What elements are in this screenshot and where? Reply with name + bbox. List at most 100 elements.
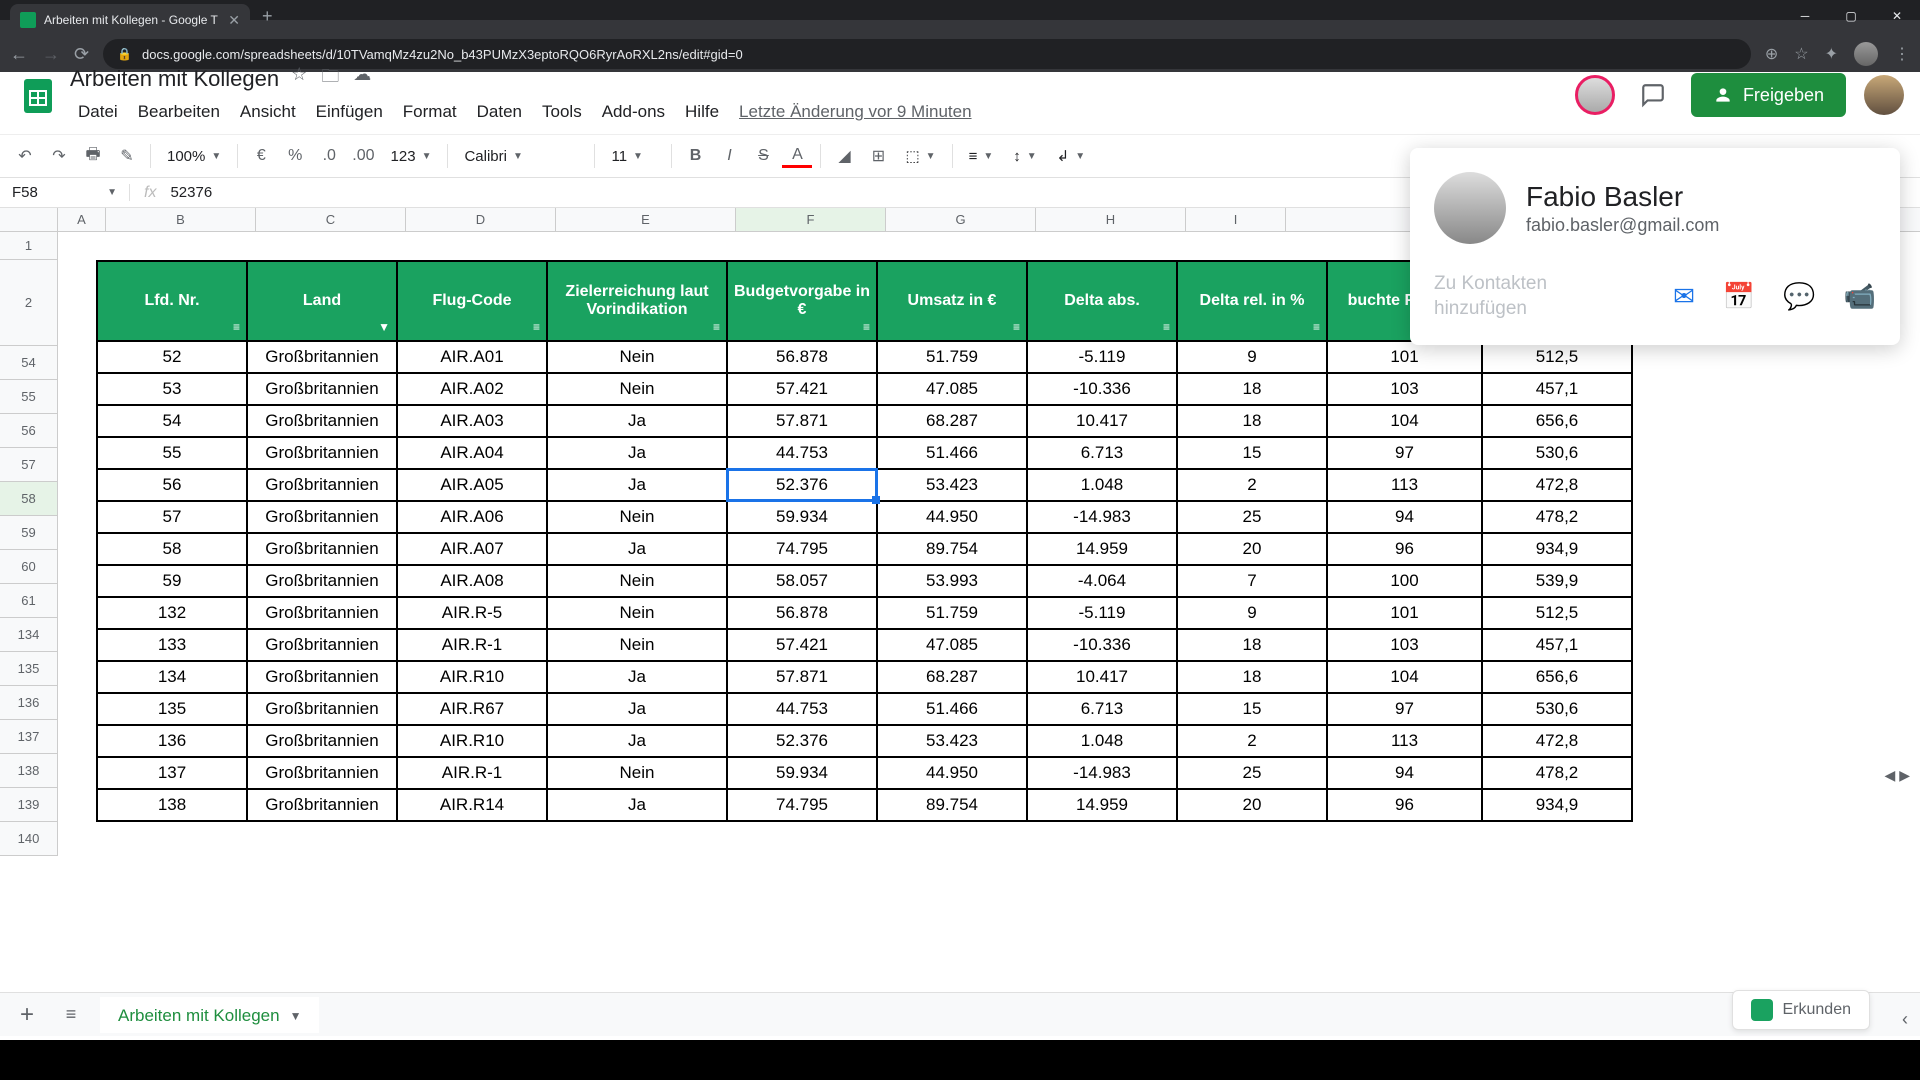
font-select[interactable]: Calibri▼ [456,148,586,165]
cell[interactable]: AIR.R-1 [397,757,547,789]
zoom-icon[interactable]: ⊕ [1765,44,1778,64]
row-header[interactable]: 58 [0,482,58,516]
cell[interactable]: AIR.A05 [397,469,547,501]
menu-einfügen[interactable]: Einfügen [308,98,391,126]
cell[interactable]: 57 [97,501,247,533]
cell[interactable]: Ja [547,437,727,469]
cell[interactable]: 57.421 [727,373,877,405]
cell[interactable]: Nein [547,757,727,789]
cell[interactable]: 478,2 [1482,757,1632,789]
cell[interactable]: Nein [547,501,727,533]
v-align-button[interactable]: ↕▼ [1005,148,1044,165]
cell[interactable]: 472,8 [1482,725,1632,757]
cell[interactable]: 14.959 [1027,533,1177,565]
cell[interactable]: 55 [97,437,247,469]
forward-button[interactable]: → [42,44,60,65]
cell[interactable]: Großbritannien [247,341,397,373]
cell[interactable]: -5.119 [1027,341,1177,373]
comments-button[interactable] [1633,75,1673,115]
row-header[interactable]: 55 [0,380,58,414]
font-size-select[interactable]: 11▼ [603,148,663,165]
table-header[interactable]: Lfd. Nr.≡ [97,261,247,341]
cell[interactable]: Großbritannien [247,373,397,405]
row-header[interactable]: 140 [0,822,58,856]
cell[interactable]: 68.287 [877,661,1027,693]
cell[interactable]: 20 [1177,533,1327,565]
bold-button[interactable]: B [680,141,710,171]
cell[interactable]: 472,8 [1482,469,1632,501]
cell[interactable]: Nein [547,629,727,661]
cell[interactable]: 94 [1327,501,1482,533]
paint-format-button[interactable]: ✎ [112,141,142,171]
cell[interactable]: AIR.R10 [397,661,547,693]
move-document-icon[interactable]: 🗀 [321,64,339,94]
cell[interactable]: 18 [1177,405,1327,437]
cell[interactable]: AIR.A08 [397,565,547,597]
menu-datei[interactable]: Datei [70,98,126,126]
cell[interactable]: 2 [1177,469,1327,501]
row-header[interactable]: 57 [0,448,58,482]
cell[interactable]: 6.713 [1027,693,1177,725]
cell[interactable]: 59.934 [727,501,877,533]
cell[interactable]: 96 [1327,533,1482,565]
cell[interactable]: 57.871 [727,661,877,693]
cell[interactable]: AIR.A04 [397,437,547,469]
cell[interactable]: 52.376 [727,469,877,501]
cell[interactable]: 52 [97,341,247,373]
row-header[interactable]: 61 [0,584,58,618]
cell[interactable]: 478,2 [1482,501,1632,533]
row-header[interactable]: 136 [0,686,58,720]
redo-button[interactable]: ↷ [44,141,74,171]
menu-format[interactable]: Format [395,98,465,126]
cell[interactable]: 134 [97,661,247,693]
cell[interactable]: Großbritannien [247,405,397,437]
row-header[interactable]: 2 [0,260,58,346]
cell[interactable]: 934,9 [1482,533,1632,565]
column-header[interactable]: B [106,208,256,231]
cell[interactable]: AIR.A07 [397,533,547,565]
cell[interactable]: Großbritannien [247,533,397,565]
row-header[interactable]: 60 [0,550,58,584]
cell[interactable]: 25 [1177,757,1327,789]
column-header[interactable]: F [736,208,886,231]
cell[interactable]: 530,6 [1482,437,1632,469]
menu-hilfe[interactable]: Hilfe [677,98,727,126]
cell[interactable]: 20 [1177,789,1327,821]
cell[interactable]: 96 [1327,789,1482,821]
row-header[interactable]: 135 [0,652,58,686]
row-header[interactable]: 137 [0,720,58,754]
cell[interactable]: 135 [97,693,247,725]
cell[interactable]: Großbritannien [247,469,397,501]
cell[interactable]: 59 [97,565,247,597]
column-header[interactable]: G [886,208,1036,231]
cell[interactable]: 10.417 [1027,405,1177,437]
merge-button[interactable]: ⬚▼ [897,147,943,165]
column-header[interactable]: H [1036,208,1186,231]
cell[interactable]: 9 [1177,597,1327,629]
cell[interactable]: Nein [547,373,727,405]
reload-button[interactable]: ⟳ [74,44,89,65]
account-avatar[interactable] [1864,75,1904,115]
cell[interactable]: AIR.R-1 [397,629,547,661]
cell[interactable]: 47.085 [877,629,1027,661]
maximize-button[interactable]: ▢ [1828,0,1874,32]
email-action-icon[interactable]: ✉ [1673,281,1695,312]
cell[interactable]: 44.753 [727,693,877,725]
cell[interactable]: AIR.A01 [397,341,547,373]
cell[interactable]: AIR.R10 [397,725,547,757]
cell[interactable]: 56.878 [727,597,877,629]
cell[interactable]: 53 [97,373,247,405]
cell[interactable]: 54 [97,405,247,437]
cell[interactable]: 539,9 [1482,565,1632,597]
cell[interactable]: Großbritannien [247,693,397,725]
share-button[interactable]: Freigeben [1691,73,1846,117]
cell[interactable]: 656,6 [1482,405,1632,437]
cell[interactable]: -4.064 [1027,565,1177,597]
cell[interactable]: 1.048 [1027,469,1177,501]
cell[interactable]: 44.950 [877,757,1027,789]
all-sheets-button[interactable]: ≡ [56,1004,86,1025]
cell[interactable]: 104 [1327,405,1482,437]
last-edit-label[interactable]: Letzte Änderung vor 9 Minuten [739,102,971,122]
sheet-tab[interactable]: Arbeiten mit Kollegen▼ [100,997,319,1033]
cell[interactable]: Nein [547,341,727,373]
